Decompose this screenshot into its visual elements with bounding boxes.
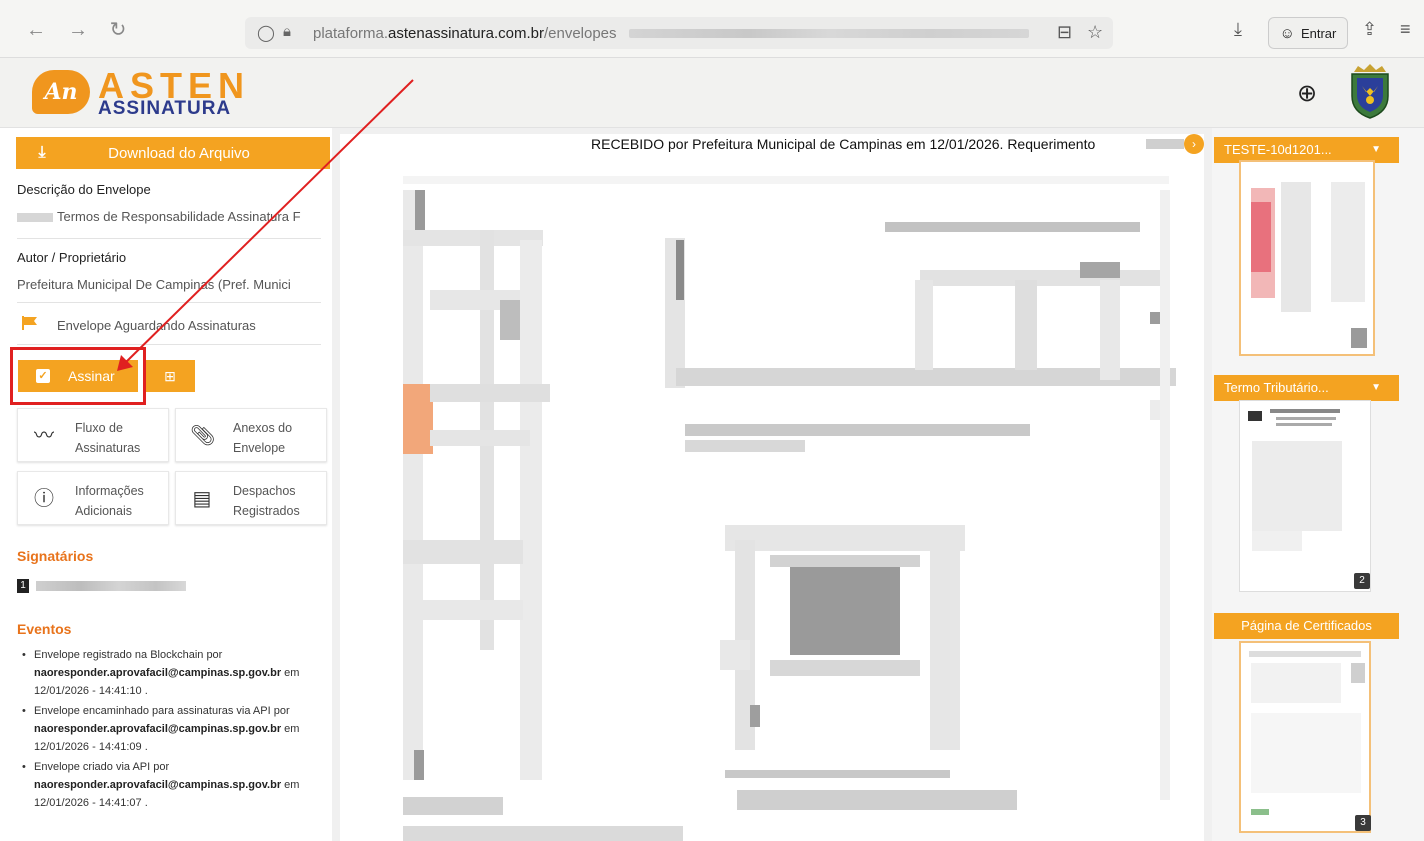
annotation-highlight-box xyxy=(10,347,146,405)
tile-label: Despachos xyxy=(233,484,296,498)
chevron-down-icon: ▼ xyxy=(1371,382,1381,393)
share-icon[interactable]: ⇪ xyxy=(1362,19,1377,40)
signin-button[interactable]: ☺ Entrar xyxy=(1268,17,1348,49)
grid-icon: ⊞ xyxy=(164,367,176,384)
thumb-tab-document-2[interactable]: Termo Tributário... ▼ xyxy=(1214,375,1399,401)
menu-icon[interactable]: ≡ xyxy=(1400,19,1411,40)
event-item: Envelope criado via API pornaoresponder.… xyxy=(22,758,328,812)
description-label: Descrição do Envelope xyxy=(17,182,151,197)
thumbnail-page-3[interactable]: 3 xyxy=(1239,641,1371,833)
events-title: Eventos xyxy=(17,621,72,637)
tile-label: Assinaturas xyxy=(75,441,141,455)
additional-info-tile[interactable]: ⓘ Informações Adicionais xyxy=(17,471,169,525)
received-stamp: RECEBIDO por Prefeitura Municipal de Cam… xyxy=(591,136,1096,152)
lock-icon: 🔒︎ xyxy=(283,23,291,40)
page-number-badge: 2 xyxy=(1354,573,1370,589)
tile-label: Registrados xyxy=(233,504,300,518)
reader-mode-icon[interactable]: ⊟ xyxy=(1057,22,1072,43)
globe-icon[interactable]: ⊕ xyxy=(1297,79,1317,108)
attachments-tile[interactable]: 📎︎ Anexos do Envelope xyxy=(175,408,327,462)
signatories-title: Signatários xyxy=(17,548,94,564)
envelope-status: Envelope Aguardando Assinaturas xyxy=(57,318,256,333)
tile-label: Fluxo de xyxy=(75,421,123,435)
author-value: Prefeitura Municipal De Campinas (Pref. … xyxy=(17,277,291,292)
divider xyxy=(17,302,321,303)
events-list: Envelope registrado na Blockchain pornao… xyxy=(22,646,328,814)
expand-panel-button[interactable]: › xyxy=(1184,134,1204,154)
paperclip-icon: 📎︎ xyxy=(190,425,216,447)
download-file-button[interactable]: ⤓ Download do Arquivo xyxy=(16,137,330,169)
city-crest-icon xyxy=(1351,64,1389,119)
url-redacted xyxy=(629,29,1029,38)
tile-label: Envelope xyxy=(233,441,286,455)
tile-label: Anexos do xyxy=(233,421,293,435)
grid-options-button[interactable]: ⊞ xyxy=(145,360,195,392)
forward-icon[interactable]: → xyxy=(66,18,90,42)
signatory-number: 1 xyxy=(17,579,29,593)
address-bar[interactable]: ◯ 🔒︎ plataforma.astenassinatura.com.br/e… xyxy=(245,17,1113,49)
account-icon: ☺ xyxy=(1279,24,1295,42)
event-item: Envelope encaminhado para assinaturas vi… xyxy=(22,702,328,756)
browser-toolbar: ← → ↻ ◯ 🔒︎ plataforma.astenassinatura.co… xyxy=(0,0,1424,58)
redacted-text xyxy=(17,213,53,223)
tile-label: Informações xyxy=(75,484,144,498)
reload-icon[interactable]: ↻ xyxy=(106,18,130,42)
logo-text-bottom: ASSINATURA xyxy=(98,98,232,119)
event-item: Envelope registrado na Blockchain pornao… xyxy=(22,646,328,700)
dispatches-tile[interactable]: ▤ Despachos Registrados xyxy=(175,471,327,525)
flag-icon xyxy=(22,316,37,330)
description-value: Termos de Responsabilidade Assinatura F xyxy=(17,209,327,224)
download-icon: ⤓ xyxy=(38,144,46,161)
bookmark-star-icon[interactable]: ☆ xyxy=(1087,22,1103,43)
divider xyxy=(17,344,321,345)
download-icon[interactable]: ⤓ xyxy=(1234,19,1242,40)
divider xyxy=(17,238,321,239)
envelope-sidebar: ⤓ Download do Arquivo Descrição do Envel… xyxy=(0,128,332,841)
author-label: Autor / Proprietário xyxy=(17,250,127,265)
thumbnail-page-2[interactable]: 2 xyxy=(1239,400,1371,592)
page-number-badge: 3 xyxy=(1355,815,1371,831)
signature-flow-tile[interactable]: 〰 Fluxo de Assinaturas xyxy=(17,408,169,462)
shield-icon: ◯ xyxy=(257,25,275,42)
thumbnail-page-1[interactable] xyxy=(1239,160,1375,356)
logo-mark: An xyxy=(32,70,90,114)
trend-line-icon: 〰 xyxy=(34,425,54,447)
url-text: plataforma.astenassinatura.com.br/envelo… xyxy=(313,25,617,42)
thumb-tab-certificates[interactable]: Página de Certificados xyxy=(1214,613,1399,639)
signatory-name-redacted xyxy=(36,581,186,591)
back-icon[interactable]: ← xyxy=(24,18,48,42)
tile-label: Adicionais xyxy=(75,504,132,518)
redacted-text xyxy=(1146,139,1184,149)
message-icon: ▤ xyxy=(192,488,212,510)
info-icon: ⓘ xyxy=(34,488,54,510)
app-header: An ASTEN ASSINATURA ⊕ xyxy=(0,58,1424,128)
